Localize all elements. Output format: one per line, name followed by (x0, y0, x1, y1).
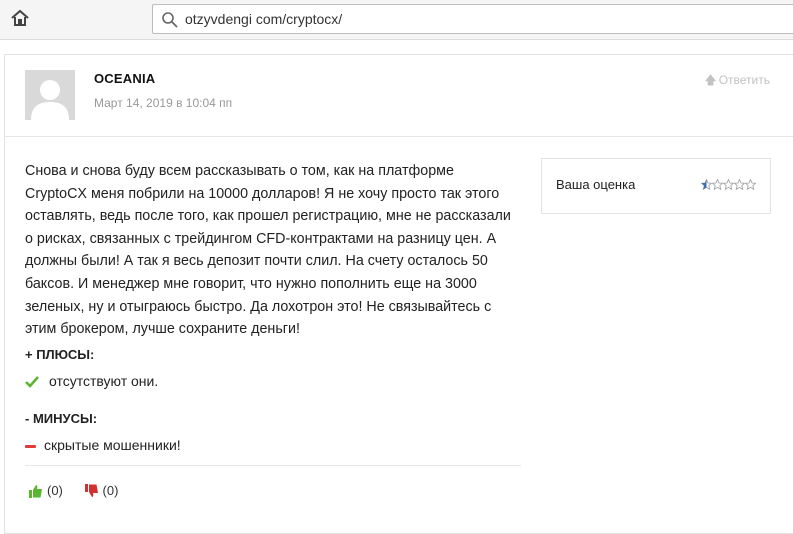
pros-item-text: отсутствуют они. (49, 373, 159, 389)
author-name: OCEANIA (94, 71, 156, 86)
check-icon (25, 376, 39, 389)
user-silhouette-icon (31, 80, 69, 120)
avatar (25, 70, 75, 120)
review-date: Март 14, 2019 в 10:04 пп (94, 96, 233, 110)
browser-toolbar: otzyvdengi com/cryptocx/ (0, 0, 793, 40)
cons-item: скрытые мошенники! (25, 437, 181, 453)
reply-label: Ответить (718, 73, 770, 87)
star-icon[interactable] (712, 179, 723, 190)
thumbs-up-icon (29, 485, 42, 498)
address-bar[interactable]: otzyvdengi com/cryptocx/ (152, 4, 793, 34)
address-url[interactable]: otzyvdengi com/cryptocx/ (185, 11, 342, 27)
search-icon (162, 12, 178, 28)
like-count: (0) (47, 483, 63, 498)
vote-bar: (0) (0) (29, 483, 136, 498)
rating-label: Ваша оценка (556, 177, 636, 192)
star-icon[interactable] (745, 179, 756, 190)
review-text: Снова и снова буду всем рассказывать о т… (25, 163, 511, 338)
cons-title: - МИНУСЫ: (25, 411, 98, 426)
star-icon[interactable] (723, 179, 734, 190)
cons-item-text: скрытые мошенники! (44, 437, 181, 453)
dislike-button[interactable]: (0) (84, 483, 119, 498)
star-icon[interactable] (701, 179, 712, 190)
review-card: OCEANIA Март 14, 2019 в 10:04 пп 🡅 Ответи… (4, 54, 793, 534)
rating-box: Ваша оценка (541, 158, 771, 214)
like-button[interactable]: (0) (29, 483, 63, 498)
home-icon[interactable] (10, 8, 30, 28)
pros-title: + ПЛЮСЫ: (25, 347, 95, 362)
reply-button[interactable]: 🡅 Ответить (704, 71, 770, 92)
review-header: OCEANIA Март 14, 2019 в 10:04 пп 🡅 Ответи… (5, 55, 793, 137)
rating-stars[interactable] (701, 177, 756, 195)
dislike-count: (0) (102, 483, 119, 498)
divider (25, 465, 521, 466)
thumbs-down-icon (84, 484, 98, 497)
minus-icon (25, 444, 36, 448)
star-icon[interactable] (734, 179, 745, 190)
arrow-up-icon: 🡅 (704, 73, 717, 87)
pros-item: отсутствуют они. (25, 373, 158, 389)
